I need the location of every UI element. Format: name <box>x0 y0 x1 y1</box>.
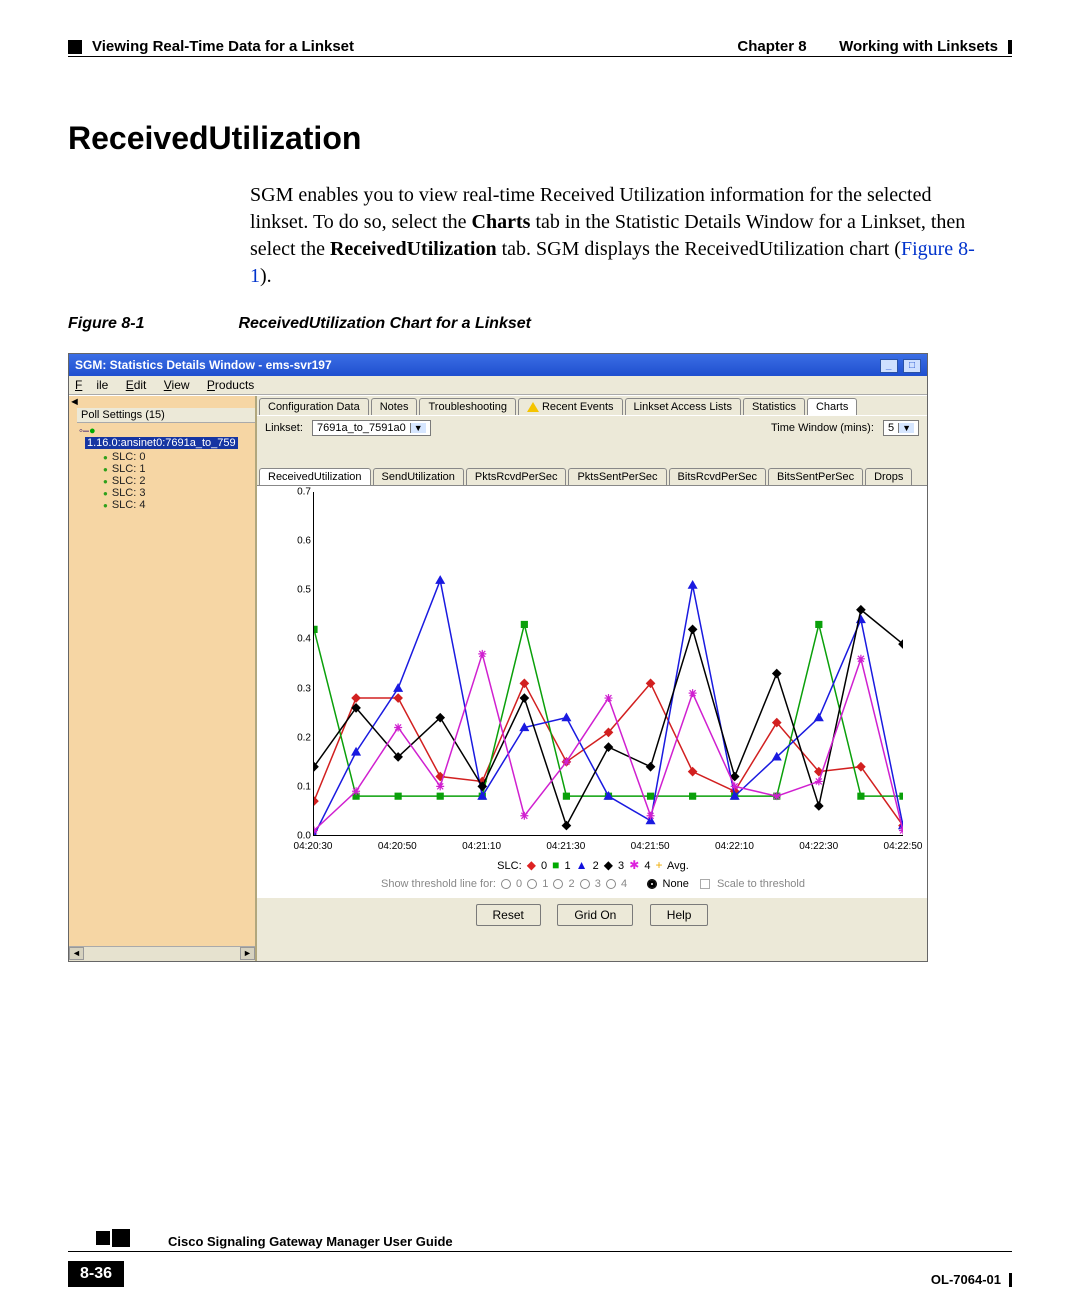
timewindow-label: Time Window (mins): <box>771 422 874 434</box>
legend-item: ✱ 4 <box>627 860 653 872</box>
sidebar-item[interactable]: SLC: 0 <box>103 451 255 463</box>
sidebar: ◄ Poll Settings (15) ◦–● 1.16.0:ansinet0… <box>69 396 257 961</box>
scale-threshold-checkbox[interactable] <box>700 879 710 889</box>
chevron-down-icon[interactable]: ▼ <box>410 423 426 433</box>
chapter-label: Chapter 8 <box>737 38 806 55</box>
section-title: ReceivedUtilization <box>68 120 361 157</box>
main-tabs: Configuration DataNotesTroubleshootingRe… <box>257 396 927 415</box>
window-controls: _ □ <box>878 357 921 373</box>
footer-decor-icon <box>68 1229 130 1247</box>
sidebar-item[interactable]: SLC: 1 <box>103 463 255 475</box>
tab[interactable]: BitsRcvdPerSec <box>669 468 766 485</box>
chart-buttons: Reset Grid On Help <box>257 898 927 936</box>
header-right: Chapter 8 Working with Linksets <box>737 38 1012 55</box>
footer-guide: Cisco Signaling Gateway Manager User Gui… <box>168 1234 453 1249</box>
header-left-text: Viewing Real-Time Data for a Linkset <box>92 38 354 55</box>
menu-file[interactable]: File <box>75 378 108 392</box>
app-window: SGM: Statistics Details Window - ems-svr… <box>68 353 928 962</box>
timewindow-dropdown[interactable]: 5▼ <box>883 420 919 436</box>
threshold-row: Show threshold line for: 0 1 2 3 4 None … <box>265 872 921 896</box>
maximize-icon[interactable]: □ <box>903 359 921 373</box>
header-square-icon <box>68 40 82 54</box>
chart-legend: SLC: ◆ 0 ■ 1 ▲ 2 ◆ 3 ✱ 4 + Avg. <box>265 852 921 872</box>
legend-item: ◆ 0 <box>525 860 550 872</box>
sidebar-item[interactable]: SLC: 3 <box>103 487 255 499</box>
menu-edit[interactable]: Edit <box>126 378 147 392</box>
grid-on-button[interactable]: Grid On <box>557 904 633 926</box>
figure-caption: Figure 8-1ReceivedUtilization Chart for … <box>68 315 531 333</box>
metric-tabs: ReceivedUtilizationSendUtilizationPktsRc… <box>257 466 927 485</box>
header-bar-icon <box>1008 40 1012 54</box>
threshold-radio[interactable] <box>580 879 590 889</box>
sidebar-item[interactable]: SLC: 4 <box>103 499 255 511</box>
warning-icon <box>527 402 539 412</box>
footer-bar-icon <box>1009 1273 1012 1287</box>
menu-view[interactable]: View <box>164 378 190 392</box>
tab[interactable]: PktsRcvdPerSec <box>466 468 567 485</box>
header-left: Viewing Real-Time Data for a Linkset <box>68 38 354 55</box>
threshold-radio[interactable] <box>606 879 616 889</box>
tab[interactable]: Drops <box>865 468 912 485</box>
tab[interactable]: Recent Events <box>518 398 623 415</box>
linkset-label: Linkset: <box>265 422 303 434</box>
body-paragraph: SGM enables you to view real-time Receiv… <box>250 182 980 290</box>
sidebar-hscrollbar[interactable]: ◄ ► <box>69 946 255 961</box>
legend-item: + Avg. <box>654 860 689 872</box>
titlebar[interactable]: SGM: Statistics Details Window - ems-svr… <box>69 354 927 376</box>
page-header: Viewing Real-Time Data for a Linkset Cha… <box>68 38 1012 57</box>
sidebar-collapse-handle[interactable]: ◄ <box>69 396 255 408</box>
tab[interactable]: ReceivedUtilization <box>259 468 371 485</box>
menubar: File Edit View Products <box>69 376 927 395</box>
sidebar-heading: Poll Settings (15) <box>77 408 255 423</box>
tab[interactable]: Configuration Data <box>259 398 369 415</box>
linkset-dropdown[interactable]: 7691a_to_7591a0▼ <box>312 420 431 436</box>
tab[interactable]: Linkset Access Lists <box>625 398 741 415</box>
tab[interactable]: BitsSentPerSec <box>768 468 863 485</box>
scroll-left-icon[interactable]: ◄ <box>69 947 84 960</box>
tab[interactable]: Charts <box>807 398 857 415</box>
help-button[interactable]: Help <box>650 904 709 926</box>
menu-products[interactable]: Products <box>207 378 254 392</box>
reset-button[interactable]: Reset <box>476 904 541 926</box>
threshold-radio[interactable] <box>553 879 563 889</box>
legend-item: ◆ 3 <box>602 860 627 872</box>
chart-plot: 0.00.10.20.30.40.50.60.7 04:20:3004:20:5… <box>283 492 903 852</box>
toolbar: Linkset: 7691a_to_7591a0▼ Time Window (m… <box>257 415 927 440</box>
legend-item: ■ 1 <box>550 860 573 872</box>
page-footer: 8-36 Cisco Signaling Gateway Manager Use… <box>68 1251 1012 1287</box>
tab[interactable]: SendUtilization <box>373 468 464 485</box>
threshold-radio[interactable] <box>501 879 511 889</box>
doc-id: OL-7064-01 <box>931 1272 1001 1287</box>
threshold-none-radio[interactable] <box>647 879 657 889</box>
tab[interactable]: Statistics <box>743 398 805 415</box>
page-number: 8-36 <box>68 1261 124 1287</box>
tab[interactable]: Notes <box>371 398 418 415</box>
minimize-icon[interactable]: _ <box>880 359 898 373</box>
chart-area: 0.00.10.20.30.40.50.60.7 04:20:3004:20:5… <box>257 485 927 898</box>
sidebar-node-selected[interactable]: 1.16.0:ansinet0:7691a_to_759 <box>85 437 238 449</box>
chevron-down-icon[interactable]: ▼ <box>898 423 914 433</box>
scroll-right-icon[interactable]: ► <box>240 947 255 960</box>
tab[interactable]: Troubleshooting <box>419 398 515 415</box>
main-pane: Configuration DataNotesTroubleshootingRe… <box>257 396 927 961</box>
chapter-title: Working with Linksets <box>839 38 998 55</box>
legend-item: ▲ 2 <box>574 860 602 872</box>
window-title: SGM: Statistics Details Window - ems-svr… <box>75 358 332 372</box>
tab[interactable]: PktsSentPerSec <box>568 468 666 485</box>
threshold-radio[interactable] <box>527 879 537 889</box>
sidebar-item[interactable]: SLC: 2 <box>103 475 255 487</box>
